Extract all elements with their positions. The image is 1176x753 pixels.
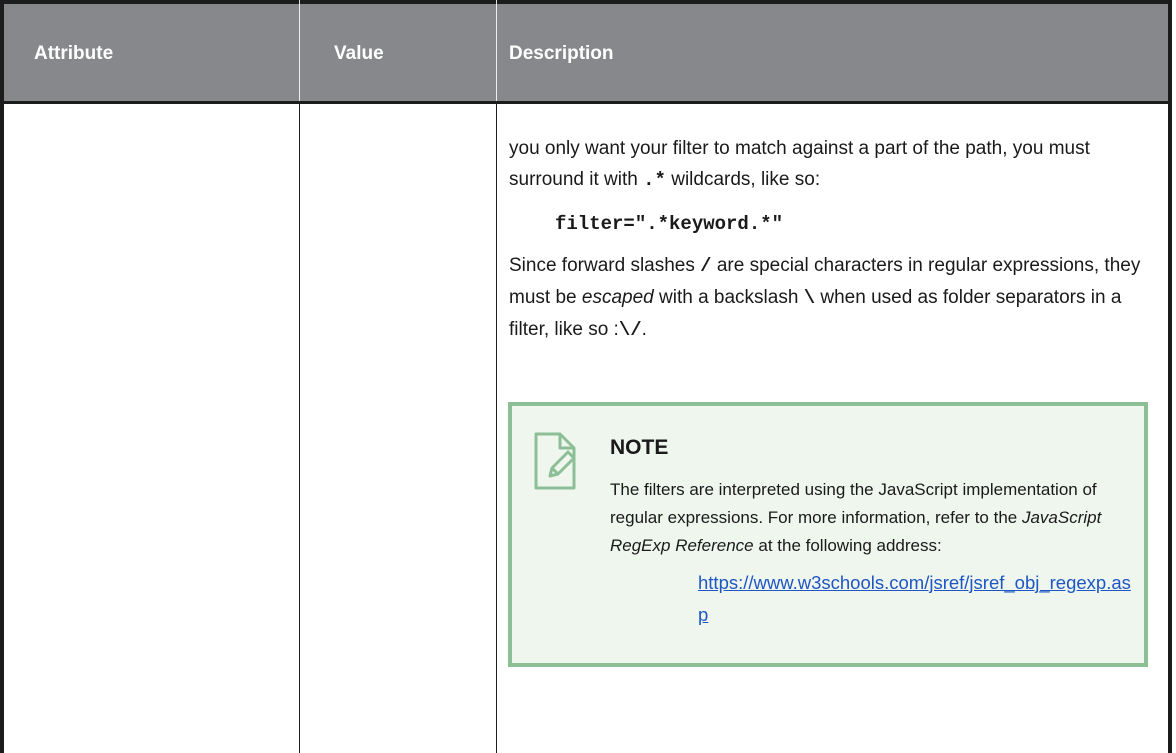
- note-pencil-icon: [534, 432, 576, 490]
- header-divider: [299, 0, 300, 103]
- header-attribute: Attribute: [34, 42, 114, 64]
- note-box: NOTE The filters are interpreted using t…: [508, 402, 1148, 667]
- table-header-row: Attribute Value Description: [0, 0, 1172, 103]
- header-divider: [496, 0, 497, 103]
- note-text: The filters are interpreted using the Ja…: [610, 476, 1131, 631]
- description-cell: you only want your filter to match again…: [509, 133, 1159, 346]
- document-page: Attribute Value Description you only wan…: [0, 0, 1176, 753]
- inline-code: .*: [643, 169, 666, 191]
- description-paragraph: Since forward slashes / are special char…: [509, 255, 1141, 341]
- header-description: Description: [509, 42, 614, 64]
- column-divider: [496, 103, 497, 753]
- description-paragraph: you only want your filter to match again…: [509, 138, 1090, 191]
- header-value: Value: [334, 42, 384, 64]
- inline-code: \/: [618, 319, 642, 341]
- header-bottom-border: [0, 101, 1172, 104]
- table-left-border: [0, 103, 4, 753]
- note-title: NOTE: [610, 436, 669, 459]
- attribute-table: Attribute Value Description you only wan…: [0, 0, 1176, 753]
- inline-code: /: [700, 255, 712, 277]
- table-right-border: [1168, 103, 1172, 753]
- column-divider: [299, 103, 300, 753]
- code-example: filter=".*keyword.*": [555, 213, 784, 235]
- inline-code: \: [803, 287, 816, 309]
- reference-link[interactable]: https://www.w3schools.com/jsref/jsref_ob…: [698, 567, 1138, 631]
